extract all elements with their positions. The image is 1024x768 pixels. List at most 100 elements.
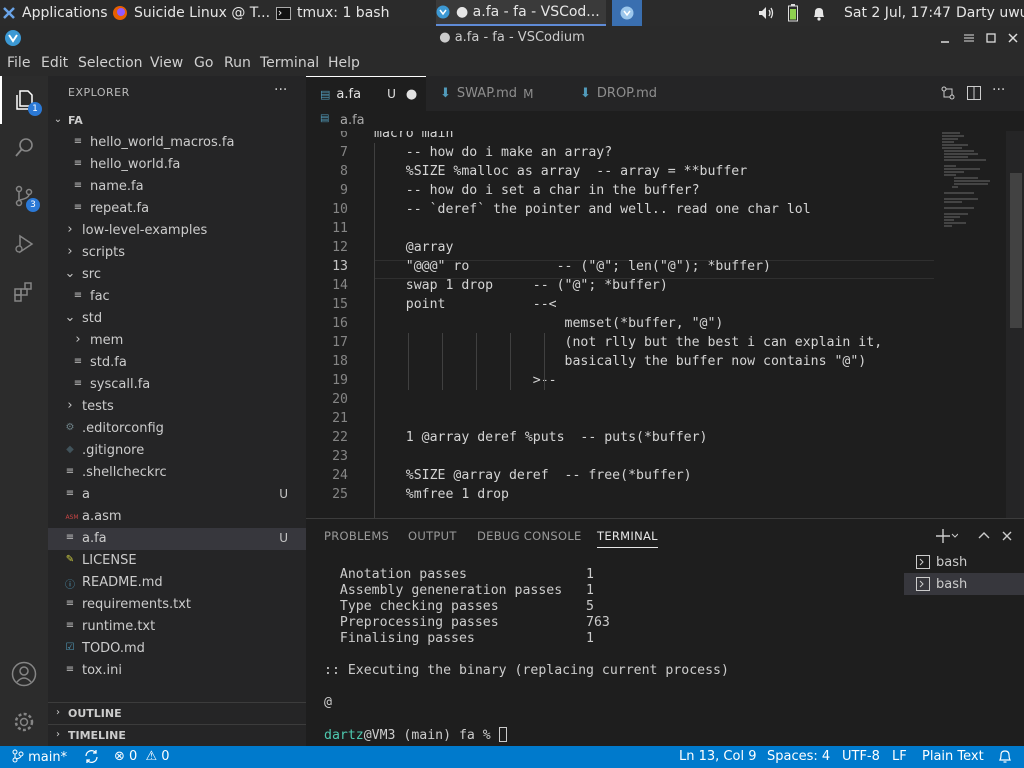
cursor-position[interactable]: Ln 13, Col 9 [679,749,756,764]
code-line[interactable]: @array [374,240,454,259]
explorer-file[interactable]: ≡ a.fa U [48,528,306,550]
branch-indicator[interactable]: main* [12,749,67,765]
volume-icon[interactable] [758,0,780,26]
menu-file[interactable]: File [7,55,30,71]
explorer-file[interactable]: ◆ .gitignore [48,440,306,462]
code-line[interactable]: basically the buffer now contains "@") [374,354,867,373]
explorer-file[interactable]: ✎ LICENSE [48,550,306,572]
manage-button[interactable] [0,698,48,746]
accounts-button[interactable] [0,650,48,698]
explorer-file[interactable]: ≡ hello_world.fa [48,154,306,176]
explorer-file[interactable]: ≡ hello_world_macros.fa [48,132,306,154]
chevron-up-icon[interactable] [977,529,991,543]
close-panel-icon[interactable] [1000,529,1014,543]
menu-edit[interactable]: Edit [41,55,68,71]
minimap[interactable] [934,131,1024,518]
close-icon[interactable] [1006,31,1020,45]
split-editor-icon[interactable] [966,85,982,101]
explorer-folder[interactable]: › low-level-examples [48,220,306,242]
code-line[interactable]: point --< [374,297,557,316]
code-line[interactable]: -- `deref` the pointer and well.. read o… [374,202,811,221]
taskbar-item-firefox[interactable]: Suicide Linux @ T... [112,0,272,26]
breadcrumb-file[interactable]: a.fa [340,113,365,128]
problems-indicator[interactable]: ⊗ 0 ⚠ 0 [114,749,170,764]
battery-icon[interactable] [788,0,802,26]
taskbar-item-vscodium-2[interactable] [612,0,642,26]
explorer-folder[interactable]: ⌄ std [48,308,306,330]
code-line[interactable]: %SIZE %malloc as array -- array = **buff… [374,164,747,183]
code-line[interactable]: memset(*buffer, "@") [374,316,724,335]
terminal-item[interactable]: bash [904,573,1024,595]
compare-changes-icon[interactable] [940,85,956,101]
outline-section[interactable]: › OUTLINE [48,702,306,724]
menu-view[interactable]: View [150,55,183,71]
explorer-file[interactable]: ≡ std.fa [48,352,306,374]
terminal-item[interactable]: bash [904,551,1024,573]
explorer-file[interactable]: ≡ tox.ini [48,660,306,682]
sync-icon[interactable] [84,749,99,764]
workspace-root[interactable]: ⌄ FA [48,110,306,132]
code-editor[interactable]: 6 macro main 7 -- how do i make an array? 8… [306,131,1024,518]
menu-go[interactable]: Go [194,55,213,71]
explorer-file[interactable]: ⚙ .editorconfig [48,418,306,440]
code-line[interactable]: %SIZE @array deref -- free(*buffer) [374,468,692,487]
code-line[interactable]: >-- [374,373,557,392]
menu-terminal[interactable]: Terminal [260,55,319,71]
tab-debug-console[interactable]: DEBUG CONSOLE [477,529,582,543]
explorer-file[interactable]: ≡ requirements.txt [48,594,306,616]
language-mode[interactable]: Plain Text [922,749,984,764]
tab-a-fa[interactable]: ▤ a.fa U ● [306,76,426,111]
explorer-folder[interactable]: › scripts [48,242,306,264]
explorer-folder[interactable]: › tests [48,396,306,418]
search-button[interactable] [0,124,48,172]
taskbar-item-tmux[interactable]: tmux: 1 bash [276,0,426,26]
more-actions-icon[interactable]: ··· [274,82,287,98]
terminal-output[interactable]: Anotation passes 1 Assembly geneneration… [306,559,904,747]
notifications-icon[interactable] [998,749,1012,764]
explorer-file[interactable]: ≡ syscall.fa [48,374,306,396]
explorer-file[interactable]: ≡ a U [48,484,306,506]
more-actions-icon[interactable]: ··· [992,82,1005,98]
unsaved-dot-icon[interactable]: ● [406,87,417,102]
user-menu[interactable]: Darty uwu [956,0,1024,26]
code-line[interactable]: (not rlly but the best i can explain it, [374,335,883,354]
menu-run[interactable]: Run [224,55,251,71]
tab-terminal[interactable]: TERMINAL [597,529,658,548]
window-menu-icon[interactable] [962,31,976,45]
code-line[interactable]: "@@@" ro -- ("@"; len("@"); *buffer) [374,259,771,278]
tab-drop-md[interactable]: ⬇ DROP.md [566,76,682,111]
encoding[interactable]: UTF-8 [842,749,880,764]
run-debug-button[interactable] [0,220,48,268]
explorer-button[interactable]: 1 [0,76,48,124]
code-line[interactable]: -- how do i make an array? [374,145,612,164]
explorer-file[interactable]: ☑ TODO.md [48,638,306,660]
tab-output[interactable]: OUTPUT [408,529,457,543]
notification-bell-icon[interactable] [812,0,828,26]
explorer-folder[interactable]: › mem [48,330,306,352]
maximize-icon[interactable] [984,31,998,45]
explorer-file[interactable]: ⓘ README.md [48,572,306,594]
taskbar-item-vscodium[interactable]: ● a.fa - fa - VSCod... [436,0,606,26]
extensions-button[interactable] [0,268,48,316]
explorer-file[interactable]: ≡ .shellcheckrc [48,462,306,484]
code-line[interactable]: -- how do i set a char in the buffer? [374,183,700,202]
explorer-file[interactable]: ≡ name.fa [48,176,306,198]
explorer-file[interactable]: ≡ repeat.fa [48,198,306,220]
explorer-folder[interactable]: ⌄ src [48,264,306,286]
code-line[interactable]: macro main [374,131,453,145]
minimize-icon[interactable] [938,31,952,45]
menu-selection[interactable]: Selection [78,55,143,71]
clock[interactable]: Sat 2 Jul, 17:47 [844,0,954,26]
end-of-line[interactable]: LF [892,749,907,764]
code-line[interactable]: swap 1 drop -- ("@"; *buffer) [374,278,668,297]
explorer-file[interactable]: ≡ runtime.txt [48,616,306,638]
tab-problems[interactable]: PROBLEMS [324,529,389,543]
source-control-button[interactable]: 3 [0,172,48,220]
explorer-file[interactable]: ≡ fac [48,286,306,308]
applications-menu[interactable]: Applications [2,0,110,26]
code-line[interactable]: 1 @array deref %puts -- puts(*buffer) [374,430,708,449]
code-line[interactable]: %mfree 1 drop [374,487,509,506]
explorer-file[interactable]: ASM a.asm [48,506,306,528]
tab-swap-md[interactable]: ⬇ SWAP.md M [426,76,566,111]
indentation[interactable]: Spaces: 4 [767,749,830,764]
